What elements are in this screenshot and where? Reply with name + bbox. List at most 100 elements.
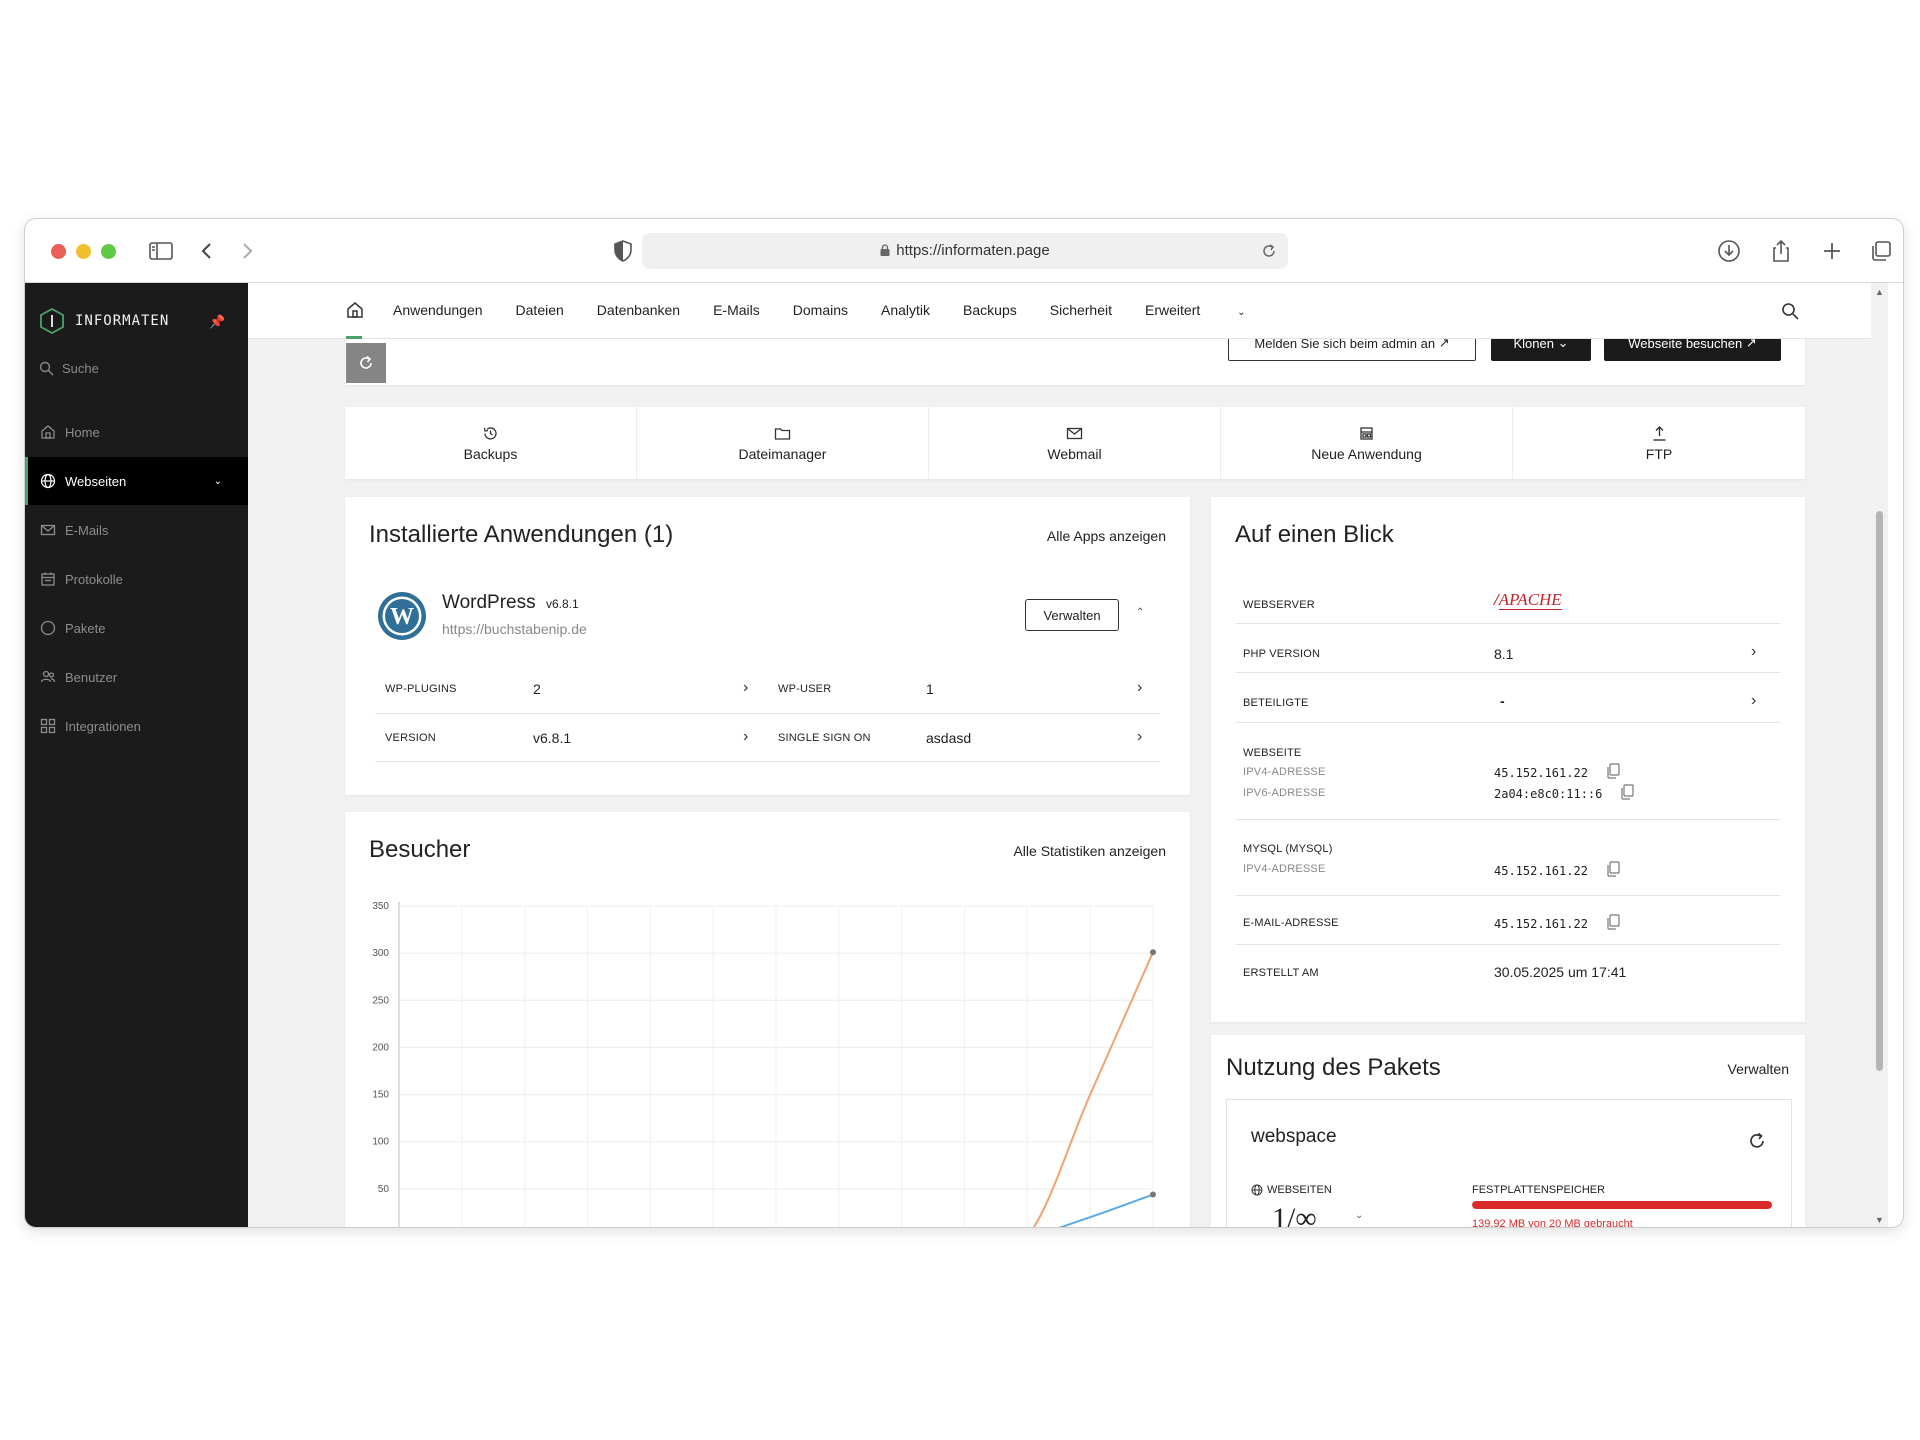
websites-label-text: WEBSEITEN [1267, 1184, 1332, 1196]
involved-value: - [1500, 693, 1505, 709]
version-label: VERSION [385, 732, 436, 744]
tab-erweitert[interactable]: Erweitert ⌄ [1145, 302, 1279, 318]
sidebar-item-emails[interactable]: E-Mails [25, 506, 248, 554]
installed-apps-card: Installierte Anwendungen (1) Alle Apps a… [345, 497, 1190, 795]
chevron-right-icon[interactable]: › [743, 679, 748, 697]
divider [1235, 672, 1781, 673]
package-box: webspace WEBSEITEN 1/∞ ⌄ FESTPLATTENSPEI… [1226, 1099, 1792, 1227]
browser-window: https://informaten.page INFORMATEN 📌 Suc… [24, 218, 1904, 1228]
scrollbar-thumb[interactable] [1876, 511, 1883, 1071]
shield-icon[interactable] [609, 237, 637, 265]
main-content: Melden Sie sich beim admin an ↗ Klonen ⌄… [248, 283, 1888, 1227]
y-tick-label: 100 [372, 1137, 389, 1148]
search-icon[interactable] [1780, 301, 1800, 321]
app-url[interactable]: https://buchstabenip.de [442, 621, 587, 637]
refresh-button[interactable] [346, 343, 386, 383]
home-icon [41, 425, 55, 439]
sidebar-item-integrationen[interactable]: Integrationen [25, 702, 248, 750]
quick-action-backups[interactable]: Backups [345, 407, 637, 479]
all-apps-link[interactable]: Alle Apps anzeigen [1047, 528, 1166, 544]
pin-icon[interactable]: 📌 [209, 314, 225, 330]
webserver-label: WEBSERVER [1243, 599, 1315, 611]
sidebar-item-protokolle[interactable]: Protokolle [25, 555, 248, 603]
all-stats-link[interactable]: Alle Statistiken anzeigen [1013, 843, 1166, 859]
manage-package-link[interactable]: Verwalten [1728, 1061, 1789, 1077]
copy-icon[interactable] [1606, 861, 1620, 877]
sidebar-item-home[interactable]: Home [25, 408, 248, 456]
ipv4-value: 45.152.161.22 [1494, 766, 1588, 780]
chevron-right-icon[interactable]: › [1751, 643, 1756, 661]
chevron-down-icon[interactable]: ⌄ [1355, 1210, 1363, 1221]
chevron-down-icon: ⌄ [213, 475, 222, 487]
quick-action-ftp[interactable]: FTP [1513, 407, 1805, 479]
quick-action-neue-anwendung[interactable]: Neue Anwendung [1221, 407, 1513, 479]
back-icon[interactable] [193, 237, 221, 265]
home-icon[interactable] [345, 300, 365, 320]
tab-emails[interactable]: E-Mails [713, 302, 760, 318]
mysql-ipv4-label: IPV4-ADRESSE [1243, 863, 1326, 875]
new-tab-icon[interactable] [1818, 237, 1846, 265]
refresh-icon[interactable] [1747, 1131, 1767, 1151]
wp-user-value: 1 [926, 681, 934, 697]
reload-icon[interactable] [1260, 242, 1278, 260]
calendar-icon [41, 572, 55, 586]
tab-domains[interactable]: Domains [793, 302, 848, 318]
history-icon [483, 426, 497, 440]
copy-icon[interactable] [1620, 784, 1634, 800]
y-tick-label: 150 [372, 1090, 389, 1101]
sidebar-item-pakete[interactable]: Pakete [25, 604, 248, 652]
quick-action-label: Dateimanager [738, 445, 827, 462]
mail-icon [40, 524, 56, 536]
close-window-button[interactable] [51, 244, 66, 259]
at-a-glance-card: Auf einen Blick WEBSERVER /APACHE PHP VE… [1211, 497, 1805, 1022]
maximize-window-button[interactable] [101, 244, 116, 259]
forward-icon[interactable] [233, 237, 261, 265]
copy-icon[interactable] [1606, 914, 1620, 930]
scroll-down-icon[interactable]: ▼ [1875, 1215, 1884, 1225]
sidebar-item-webseiten[interactable]: Webseiten ⌄ [25, 457, 248, 505]
chevron-right-icon[interactable]: › [1137, 728, 1142, 746]
sidebar-item-benutzer[interactable]: Benutzer [25, 653, 248, 701]
tab-analytik[interactable]: Analytik [881, 302, 930, 318]
mail-icon [1066, 427, 1083, 439]
quick-action-dateimanager[interactable]: Dateimanager [637, 407, 929, 479]
scrollbar[interactable]: ▲ ▼ [1871, 283, 1888, 1227]
ipv6-value: 2a04:e8c0:11::6 [1494, 787, 1603, 801]
sidebar-item-label: Webseiten [65, 473, 127, 489]
disk-usage-fill [1472, 1201, 1772, 1209]
manage-app-button[interactable]: Verwalten [1025, 599, 1119, 631]
chevron-up-icon[interactable]: ⌃ [1136, 607, 1144, 618]
chevron-right-icon[interactable]: › [743, 728, 748, 746]
copy-icon[interactable] [1606, 763, 1620, 779]
sso-label: SINGLE SIGN ON [778, 732, 871, 744]
download-icon[interactable] [1715, 237, 1743, 265]
sidebar-item-label: Pakete [65, 620, 106, 636]
tab-dateien[interactable]: Dateien [516, 302, 564, 318]
address-bar[interactable]: https://informaten.page [642, 233, 1288, 269]
email-value: 45.152.161.22 [1494, 917, 1588, 931]
informaten-logo-icon [40, 307, 64, 335]
installed-apps-title: Installierte Anwendungen (1) [369, 521, 674, 548]
tab-overview-icon[interactable] [1867, 237, 1895, 265]
chevron-right-icon[interactable]: › [1137, 679, 1142, 697]
lock-icon [880, 244, 890, 256]
tab-sicherheit[interactable]: Sicherheit [1050, 302, 1112, 318]
divider [1235, 895, 1781, 896]
app-add-icon [1360, 426, 1373, 440]
sidebar-search[interactable]: Suche [39, 361, 99, 376]
minimize-window-button[interactable] [76, 244, 91, 259]
quick-action-webmail[interactable]: Webmail [929, 407, 1221, 479]
tab-datenbanken[interactable]: Datenbanken [597, 302, 680, 318]
ipv4-label: IPV4-ADRESSE [1243, 766, 1326, 778]
sso-value: asdasd [926, 730, 972, 746]
tab-backups[interactable]: Backups [963, 302, 1017, 318]
share-icon[interactable] [1767, 237, 1795, 265]
browser-toolbar: https://informaten.page [25, 219, 1903, 283]
scroll-up-icon[interactable]: ▲ [1875, 287, 1884, 297]
disk-usage-label: FESTPLATTENSPEICHER [1472, 1184, 1606, 1196]
brand[interactable]: INFORMATEN [39, 307, 169, 335]
sidebar-toggle-icon[interactable] [147, 237, 175, 265]
package-title: Nutzung des Pakets [1226, 1054, 1441, 1081]
chevron-right-icon[interactable]: › [1751, 692, 1756, 710]
tab-anwendungen[interactable]: Anwendungen [393, 302, 483, 318]
